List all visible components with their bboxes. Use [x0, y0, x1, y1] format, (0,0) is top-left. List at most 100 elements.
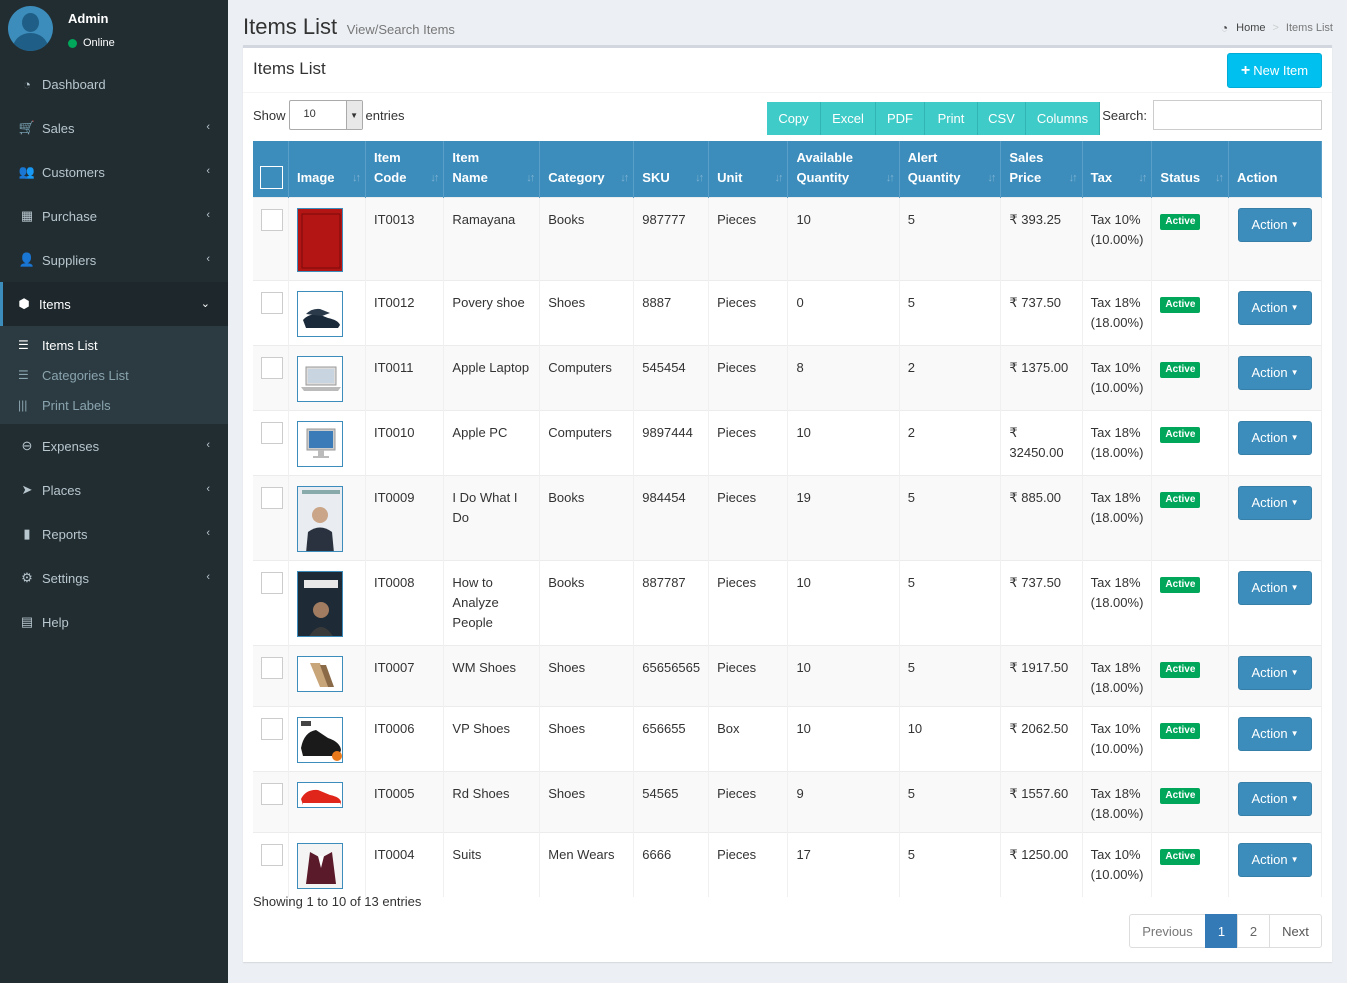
- column-header-image[interactable]: Image ↓↑: [288, 141, 366, 197]
- sidebar-item-dashboard[interactable]: ◔ Dashboard: [0, 62, 228, 106]
- column-header-line2: Category: [548, 169, 605, 185]
- action-dropdown-button[interactable]: Action ▼: [1237, 420, 1312, 455]
- content-header: Items List View/Search Items ◔ Home > It…: [243, 14, 1333, 44]
- action-dropdown-button[interactable]: Action ▼: [1237, 207, 1312, 242]
- cell-name: Apple PC: [443, 409, 541, 475]
- item-tax-percent: (10.00%): [1090, 866, 1144, 882]
- columns-button[interactable]: Columns: [1026, 102, 1100, 135]
- column-header-line2: Status: [1160, 169, 1201, 185]
- sidebar-item-reports[interactable]: ▮ Reports ‹: [0, 512, 228, 556]
- action-dropdown-button[interactable]: Action ▼: [1237, 485, 1312, 520]
- cell-available: 10: [787, 644, 900, 706]
- select-all-checkbox[interactable]: [260, 166, 283, 189]
- sidebar-item-items[interactable]: ⬢ Items ⌄: [0, 282, 228, 326]
- submenu-item-print-labels[interactable]: ||| Print Labels: [0, 390, 228, 420]
- action-dropdown-button[interactable]: Action ▼: [1237, 355, 1312, 390]
- row-checkbox[interactable]: [261, 291, 283, 314]
- caret-down-icon: ▼: [1290, 219, 1299, 229]
- item-tax: Tax 18%: [1090, 574, 1141, 590]
- caret-down-icon: ▼: [1290, 302, 1299, 312]
- copy-button[interactable]: Copy: [767, 102, 821, 135]
- chevron-left-icon: ‹: [206, 253, 210, 265]
- cell-name: I Do What I Do: [443, 474, 541, 560]
- column-header-price[interactable]: Sales Price ↓↑: [1000, 141, 1083, 197]
- item-tax: Tax 18%: [1090, 659, 1141, 675]
- column-header-code[interactable]: Item Code ↓↑: [365, 141, 445, 197]
- row-checkbox[interactable]: [261, 656, 283, 679]
- column-header-category[interactable]: Category ↓↑: [539, 141, 635, 197]
- cell-unit: Box: [708, 705, 789, 771]
- action-dropdown-button[interactable]: Action ▼: [1237, 570, 1312, 605]
- submenu-item-items-list[interactable]: ☰ Items List: [0, 330, 228, 360]
- sidebar-item-purchase[interactable]: ▦ Purchase ‹: [0, 194, 228, 238]
- cell-code: IT0012: [365, 279, 445, 345]
- cell-category: Shoes: [539, 279, 635, 345]
- column-header-quantity[interactable]: Alert Quantity ↓↑: [899, 141, 1002, 197]
- image-cell: [288, 409, 366, 475]
- sidebar-item-label: Customers: [42, 164, 105, 180]
- item-available: 10: [796, 574, 811, 590]
- item-price: ₹ 393.25: [1009, 211, 1062, 227]
- item-name: Ramayana: [452, 211, 516, 227]
- row-checkbox[interactable]: [261, 717, 283, 740]
- chevron-left-icon: ‹: [206, 209, 210, 221]
- previous-page-button[interactable]: Previous: [1129, 914, 1206, 948]
- row-checkbox[interactable]: [261, 421, 283, 444]
- item-price: ₹ 2062.50: [1009, 720, 1069, 736]
- next-page-button[interactable]: Next: [1269, 914, 1322, 948]
- action-dropdown-button[interactable]: Action ▼: [1237, 655, 1312, 690]
- new-item-button[interactable]: + New Item: [1227, 53, 1322, 88]
- column-header-name[interactable]: Item Name ↓↑: [443, 141, 541, 197]
- row-checkbox[interactable]: [261, 356, 283, 379]
- column-header-quantity[interactable]: Available Quantity ↓↑: [787, 141, 900, 197]
- page-2-button[interactable]: 2: [1237, 914, 1270, 948]
- row-checkbox[interactable]: [261, 571, 283, 594]
- status-badge: Active: [1160, 722, 1201, 739]
- table-row: IT0012 Povery shoe Shoes 8887 Pieces 0 5 ₹ 737.…: [253, 279, 1323, 345]
- cell-price: ₹ 1375.00: [1000, 344, 1083, 410]
- print-button[interactable]: Print: [925, 102, 978, 135]
- row-checkbox[interactable]: [261, 208, 283, 231]
- sidebar-item-places[interactable]: ➤ Places ‹: [0, 468, 228, 512]
- column-header-action[interactable]: Action: [1228, 141, 1323, 197]
- table-row: IT0010 Apple PC Computers 9897444 Pieces 10 2 ₹…: [253, 409, 1323, 475]
- sidebar-item-settings[interactable]: ⚙ Settings ‹: [0, 556, 228, 600]
- item-image: [296, 485, 343, 552]
- sidebar-item-suppliers[interactable]: 👤 Suppliers ‹: [0, 238, 228, 282]
- csv-button[interactable]: CSV: [978, 102, 1026, 135]
- action-dropdown-button[interactable]: Action ▼: [1237, 842, 1312, 877]
- sidebar-item-help[interactable]: ▤ Help: [0, 600, 228, 644]
- row-checkbox[interactable]: [261, 843, 283, 866]
- cell-alert: 2: [899, 344, 1002, 410]
- action-dropdown-button[interactable]: Action ▼: [1237, 781, 1312, 816]
- row-checkbox[interactable]: [261, 782, 283, 805]
- cell-alert: 5: [899, 474, 1002, 560]
- users-icon: 👥: [18, 164, 36, 179]
- bar-chart-icon: ▮: [23, 526, 31, 541]
- pdf-button[interactable]: PDF: [876, 102, 925, 135]
- breadcrumb-home[interactable]: Home: [1236, 22, 1265, 34]
- row-checkbox[interactable]: [261, 486, 283, 509]
- action-dropdown-button[interactable]: Action ▼: [1237, 716, 1312, 751]
- sort-icon: ↓↑: [1138, 171, 1147, 184]
- column-header-unit[interactable]: Unit ↓↑: [708, 141, 789, 197]
- action-dropdown-button[interactable]: Action ▼: [1237, 290, 1312, 325]
- item-available: 10: [796, 211, 811, 227]
- sidebar-item-customers[interactable]: 👥 Customers ‹: [0, 150, 228, 194]
- status-badge: Active: [1160, 213, 1201, 230]
- pagination: Previous 1 2 Next: [1129, 914, 1322, 948]
- page-1-button[interactable]: 1: [1205, 914, 1238, 948]
- submenu-item-categories-list[interactable]: ☰ Categories List: [0, 360, 228, 390]
- cell-sku: 887787: [633, 559, 710, 645]
- search-input[interactable]: [1153, 100, 1322, 130]
- column-header-tax[interactable]: Tax ↓↑: [1082, 141, 1153, 197]
- entries-select[interactable]: 10 ▼: [288, 100, 363, 130]
- sidebar-item-expenses[interactable]: ⊖ Expenses ‹: [0, 424, 228, 468]
- column-header-sku[interactable]: SKU ↓↑: [633, 141, 710, 197]
- item-code: IT0011: [373, 359, 414, 375]
- column-header-status[interactable]: Status ↓↑: [1151, 141, 1229, 197]
- cell-action: Action ▼: [1228, 279, 1323, 345]
- excel-button[interactable]: Excel: [821, 102, 876, 135]
- cell-tax: Tax 18% (18.00%): [1082, 559, 1153, 645]
- sidebar-item-sales[interactable]: 🛒 Sales ‹: [0, 106, 228, 150]
